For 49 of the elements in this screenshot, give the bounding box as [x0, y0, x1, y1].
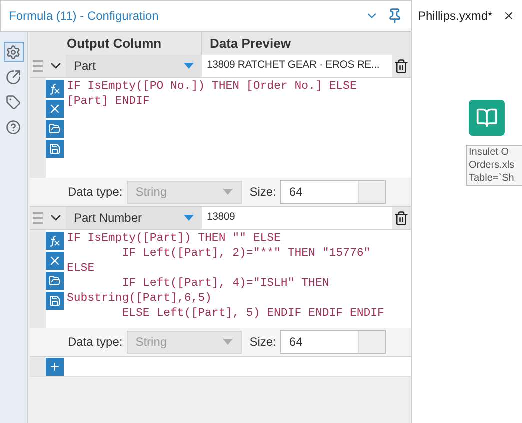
fx-icon	[49, 235, 61, 247]
dropdown-arrow-icon	[222, 189, 233, 195]
data-type-label: Data type:	[68, 184, 123, 201]
drag-handle-icon[interactable]	[33, 60, 43, 72]
add-button[interactable]	[46, 358, 64, 376]
circle-arrow-icon	[6, 70, 21, 84]
settings-icon	[6, 44, 21, 60]
close-icon[interactable]	[502, 10, 515, 22]
dropdown-arrow-icon	[184, 215, 194, 221]
dropdown-arrow-icon	[184, 63, 194, 69]
sidebar-item[interactable]	[4, 42, 24, 62]
output-column-dropdown[interactable]: Part	[66, 55, 202, 77]
save-button[interactable]	[46, 140, 64, 158]
input-tool-node[interactable]	[469, 100, 505, 136]
book-icon	[476, 107, 498, 129]
pin-icon[interactable]	[387, 8, 403, 24]
size-label: Size:	[250, 334, 276, 351]
drag-handle-icon[interactable]	[33, 212, 43, 224]
tool-annotation: Insulet O Orders.xls Table=`Sh	[466, 145, 522, 186]
dropdown-arrow-icon	[222, 339, 233, 345]
x-icon	[48, 254, 62, 268]
fx-icon	[49, 83, 61, 95]
folder-icon	[49, 123, 61, 135]
open-button[interactable]	[46, 272, 64, 290]
save-icon	[49, 295, 61, 307]
tag-icon	[6, 94, 21, 110]
save-button[interactable]	[46, 292, 64, 310]
delete-icon[interactable]	[394, 210, 409, 226]
save-icon	[49, 143, 61, 155]
data-type-label: Data type:	[68, 334, 123, 351]
size-field[interactable]: 64	[280, 180, 386, 204]
variable-button[interactable]	[46, 100, 64, 118]
function-button[interactable]	[46, 232, 64, 250]
function-button[interactable]	[46, 80, 64, 98]
output-column-dropdown[interactable]: Part Number	[66, 207, 202, 229]
folder-icon	[49, 275, 61, 287]
data-preview: 13809	[202, 207, 392, 229]
x-icon	[48, 102, 62, 116]
canvas-tab[interactable]: Phillips.yxmd*	[418, 7, 493, 25]
help-icon	[6, 120, 21, 134]
size-field[interactable]: 64	[280, 330, 386, 354]
data-preview: 13809 RATCHET GEAR - EROS RE...	[202, 55, 392, 77]
panel-title: Formula (11) - Configuration	[9, 8, 159, 25]
open-button[interactable]	[46, 120, 64, 138]
column-header: Output Column	[66, 34, 163, 53]
delete-icon[interactable]	[394, 58, 409, 74]
variable-button[interactable]	[46, 252, 64, 270]
plus-icon	[49, 360, 61, 372]
size-label: Size:	[250, 184, 276, 201]
